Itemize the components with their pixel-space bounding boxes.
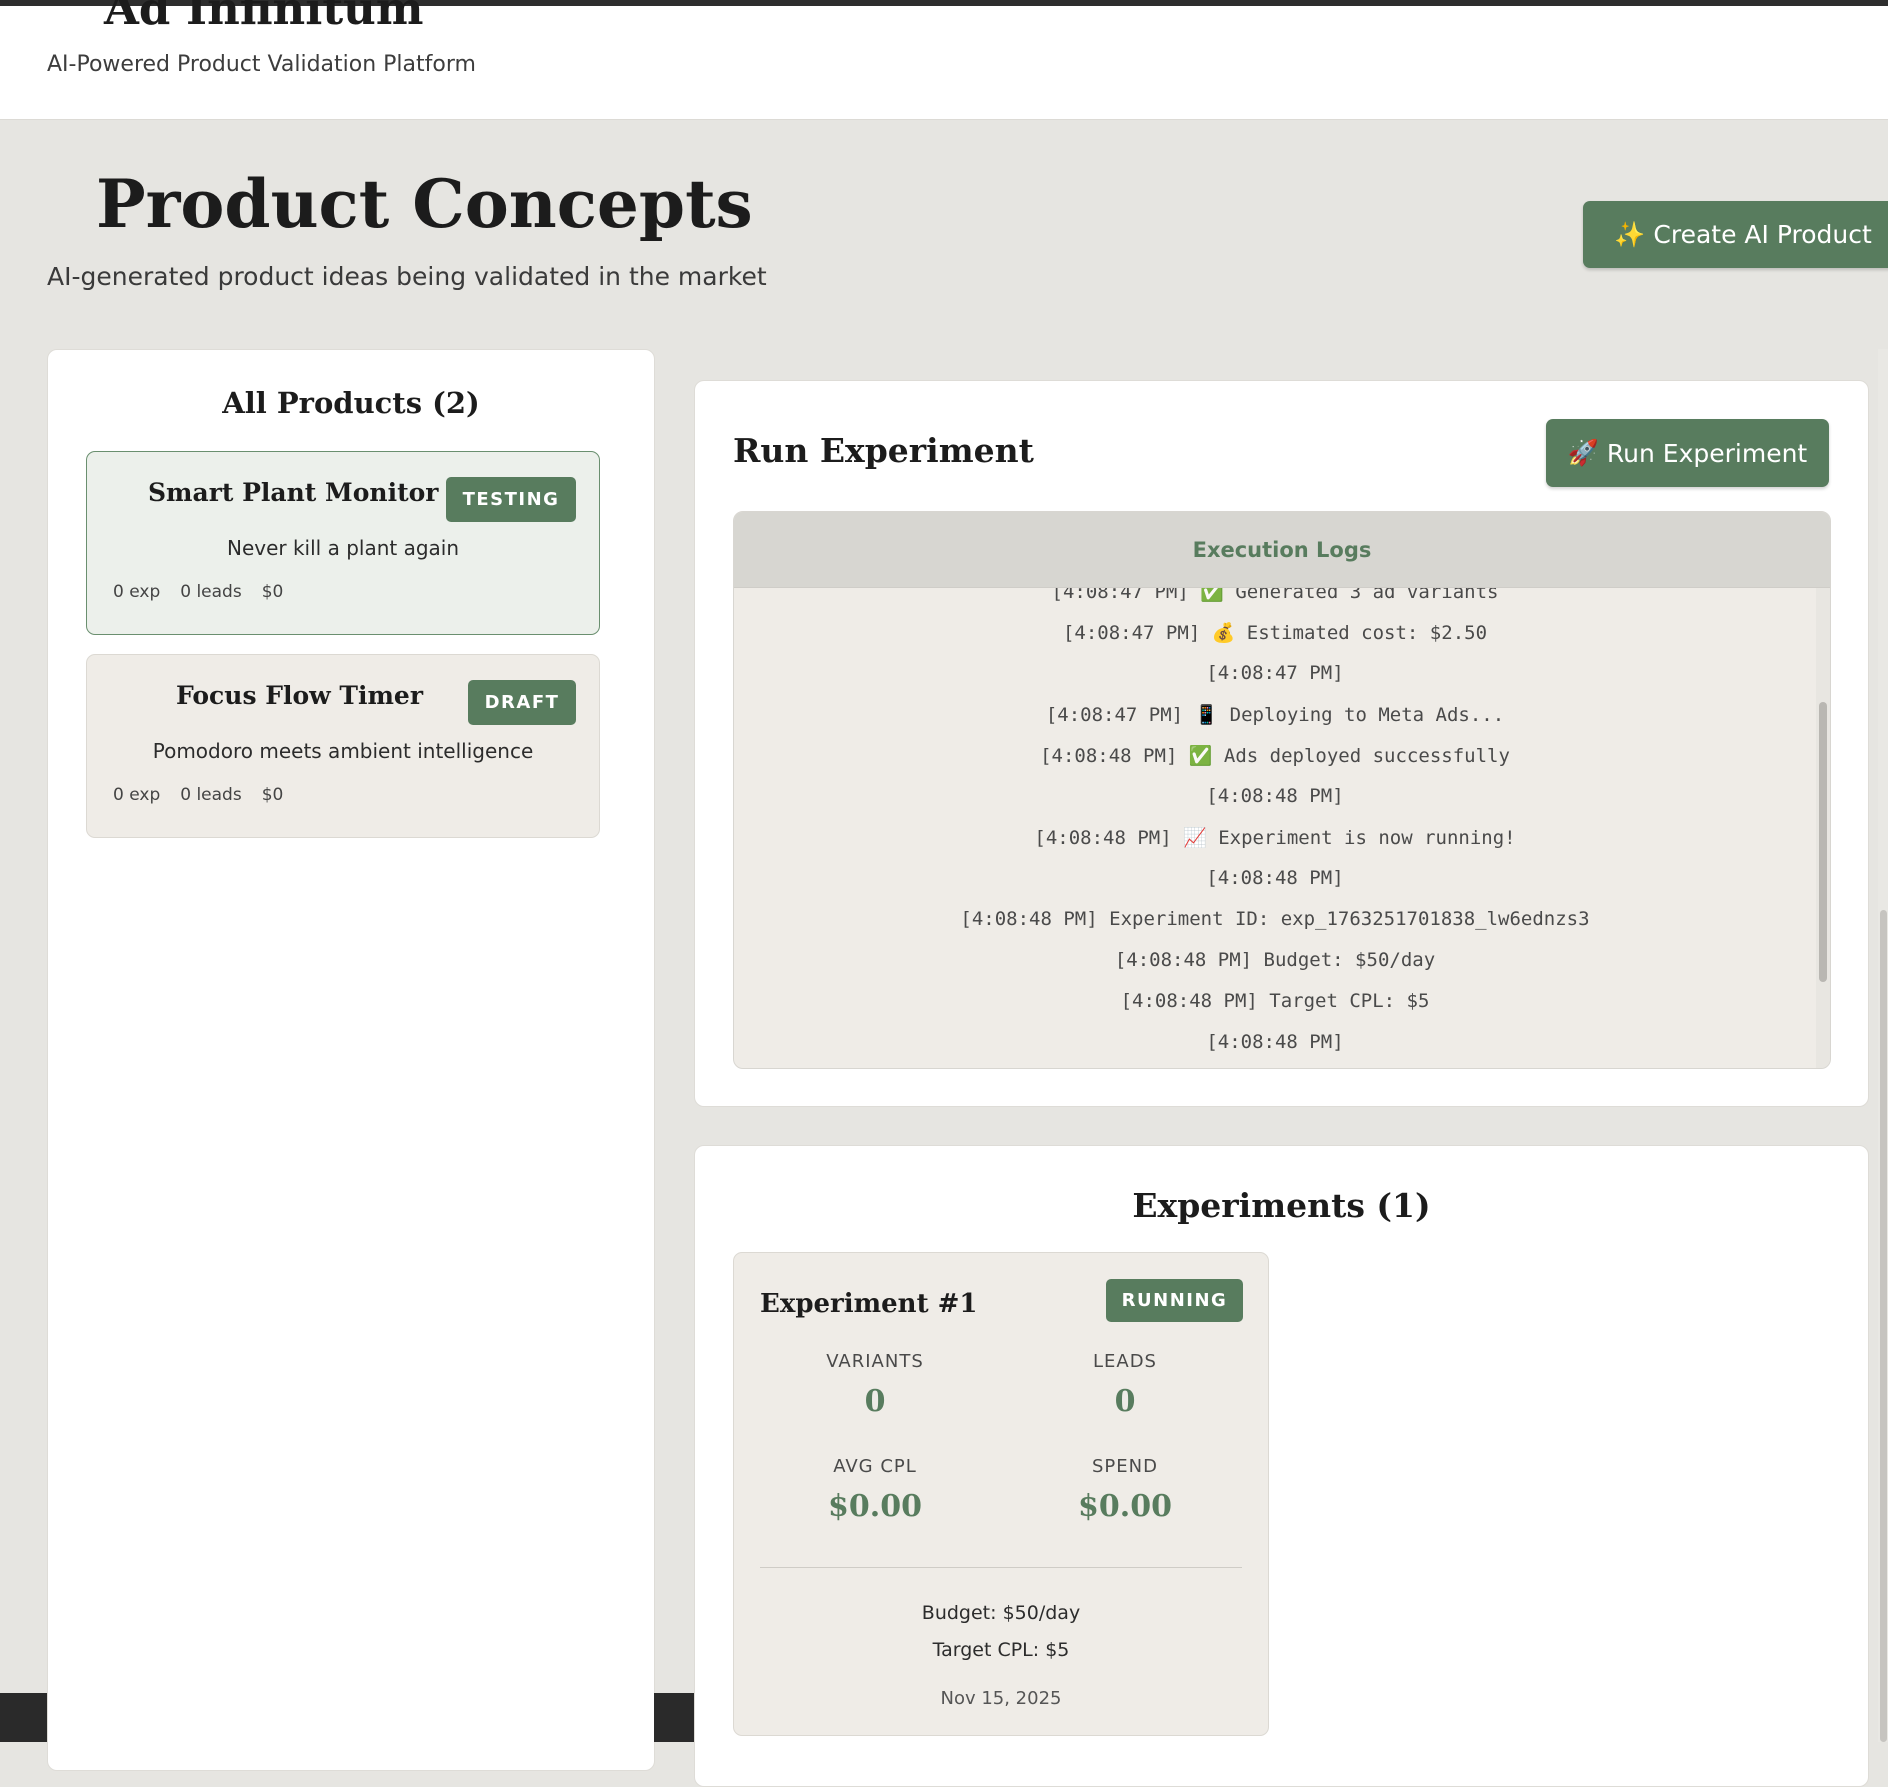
experiment-card[interactable]: Experiment #1 RUNNING VARIANTS 0 LEADS 0…	[733, 1252, 1269, 1736]
sparkles-icon: ✨	[1614, 219, 1646, 249]
log-line: [4:08:47 PM]	[1206, 662, 1344, 684]
product-card[interactable]: Focus Flow Timer DRAFT Pomodoro meets am…	[86, 654, 600, 838]
spend-label: SPEND	[1092, 1456, 1158, 1477]
run-experiment-card: Run Experiment 🚀 Run Experiment Executio…	[694, 380, 1869, 1107]
log-line: [4:08:47 PM] 📱 Deploying to Meta Ads...	[1045, 704, 1505, 726]
products-panel: All Products (2) Smart Plant Monitor TES…	[47, 349, 655, 1771]
run-experiment-button[interactable]: 🚀 Run Experiment	[1546, 419, 1829, 487]
app-header: Ad Infinitum AI-Powered Product Validati…	[0, 0, 1888, 120]
spend-stat: SPEND $0.00	[1000, 1456, 1250, 1524]
status-badge: DRAFT	[468, 680, 576, 725]
product-stats: 0 exp 0 leads $0	[113, 785, 283, 805]
product-name: Smart Plant Monitor	[148, 478, 439, 507]
status-badge: TESTING	[446, 477, 576, 522]
product-spend: $0	[261, 582, 284, 602]
avg-cpl-value: $0.00	[828, 1489, 922, 1524]
page-title: Product Concepts	[96, 165, 753, 243]
logs-scrollbar-thumb[interactable]	[1819, 702, 1827, 982]
page-subtitle: AI-generated product ideas being validat…	[47, 262, 767, 291]
run-experiment-heading: Run Experiment	[733, 431, 1034, 470]
log-line: [4:08:48 PM]	[1206, 867, 1344, 889]
product-tagline: Never kill a plant again	[226, 536, 460, 560]
product-exp-count: 0 exp	[113, 785, 161, 805]
experiments-card: Experiments (1) Experiment #1 RUNNING VA…	[694, 1145, 1869, 1787]
variants-value: 0	[864, 1384, 886, 1419]
bottom-bar	[654, 1693, 694, 1742]
brand-subtitle: AI-Powered Product Validation Platform	[47, 52, 476, 77]
log-line: [4:08:48 PM] ✅ Ads deployed successfully	[1040, 745, 1510, 767]
leads-value: 0	[1114, 1384, 1136, 1419]
experiment-date: Nov 15, 2025	[940, 1688, 1062, 1709]
product-leads-count: 0 leads	[180, 785, 242, 805]
leads-label: LEADS	[1092, 1351, 1157, 1372]
variants-label: VARIANTS	[826, 1351, 924, 1372]
rocket-icon: 🚀	[1567, 438, 1599, 467]
log-list: [4:08:47 PM] ✅ Generated 3 ad variants […	[734, 588, 1816, 1068]
avg-cpl-stat: AVG CPL $0.00	[750, 1456, 1000, 1524]
log-line: [4:08:47 PM] ✅ Generated 3 ad variants	[1051, 588, 1499, 603]
experiment-target-cpl: Target CPL: $5	[932, 1639, 1070, 1661]
experiment-title: Experiment #1	[760, 1289, 978, 1319]
brand-title: Ad Infinitum	[104, 0, 424, 35]
log-line: [4:08:48 PM] Target CPL: $5	[1120, 990, 1430, 1012]
product-name: Focus Flow Timer	[176, 681, 424, 710]
product-leads-count: 0 leads	[180, 582, 242, 602]
execution-logs[interactable]: Execution Logs [4:08:47 PM] ✅ Generated …	[733, 511, 1831, 1069]
log-line: [4:08:48 PM]	[1206, 785, 1344, 807]
run-experiment-label: Run Experiment	[1606, 438, 1808, 468]
create-ai-product-label: Create AI Product	[1653, 220, 1872, 249]
page-scrollbar-thumb[interactable]	[1880, 910, 1887, 1742]
log-line: [4:08:48 PM] Budget: $50/day	[1114, 949, 1436, 971]
spend-value: $0.00	[1078, 1489, 1172, 1524]
experiment-budget: Budget: $50/day	[921, 1602, 1081, 1624]
product-spend: $0	[261, 785, 284, 805]
log-line: [4:08:48 PM]	[1206, 1031, 1344, 1053]
leads-stat: LEADS 0	[1000, 1351, 1250, 1419]
execution-logs-title: Execution Logs	[734, 512, 1830, 588]
experiments-heading: Experiments (1)	[1132, 1186, 1431, 1225]
variants-stat: VARIANTS 0	[750, 1351, 1000, 1419]
bottom-bar	[0, 1693, 47, 1742]
avg-cpl-label: AVG CPL	[833, 1456, 917, 1477]
log-line: [4:08:48 PM] Experiment ID: exp_17632517…	[960, 908, 1590, 930]
product-tagline: Pomodoro meets ambient intelligence	[152, 739, 534, 763]
create-ai-product-button[interactable]: ✨ Create AI Product	[1583, 201, 1888, 268]
product-card[interactable]: Smart Plant Monitor TESTING Never kill a…	[86, 451, 600, 635]
product-stats: 0 exp 0 leads $0	[113, 582, 283, 602]
log-line: [4:08:48 PM] 📈 Experiment is now running…	[1034, 827, 1516, 849]
status-badge: RUNNING	[1106, 1279, 1243, 1322]
divider	[760, 1567, 1242, 1568]
products-heading: All Products (2)	[222, 386, 480, 420]
product-exp-count: 0 exp	[113, 582, 161, 602]
log-line: [4:08:47 PM] 💰 Estimated cost: $2.50	[1062, 622, 1488, 644]
